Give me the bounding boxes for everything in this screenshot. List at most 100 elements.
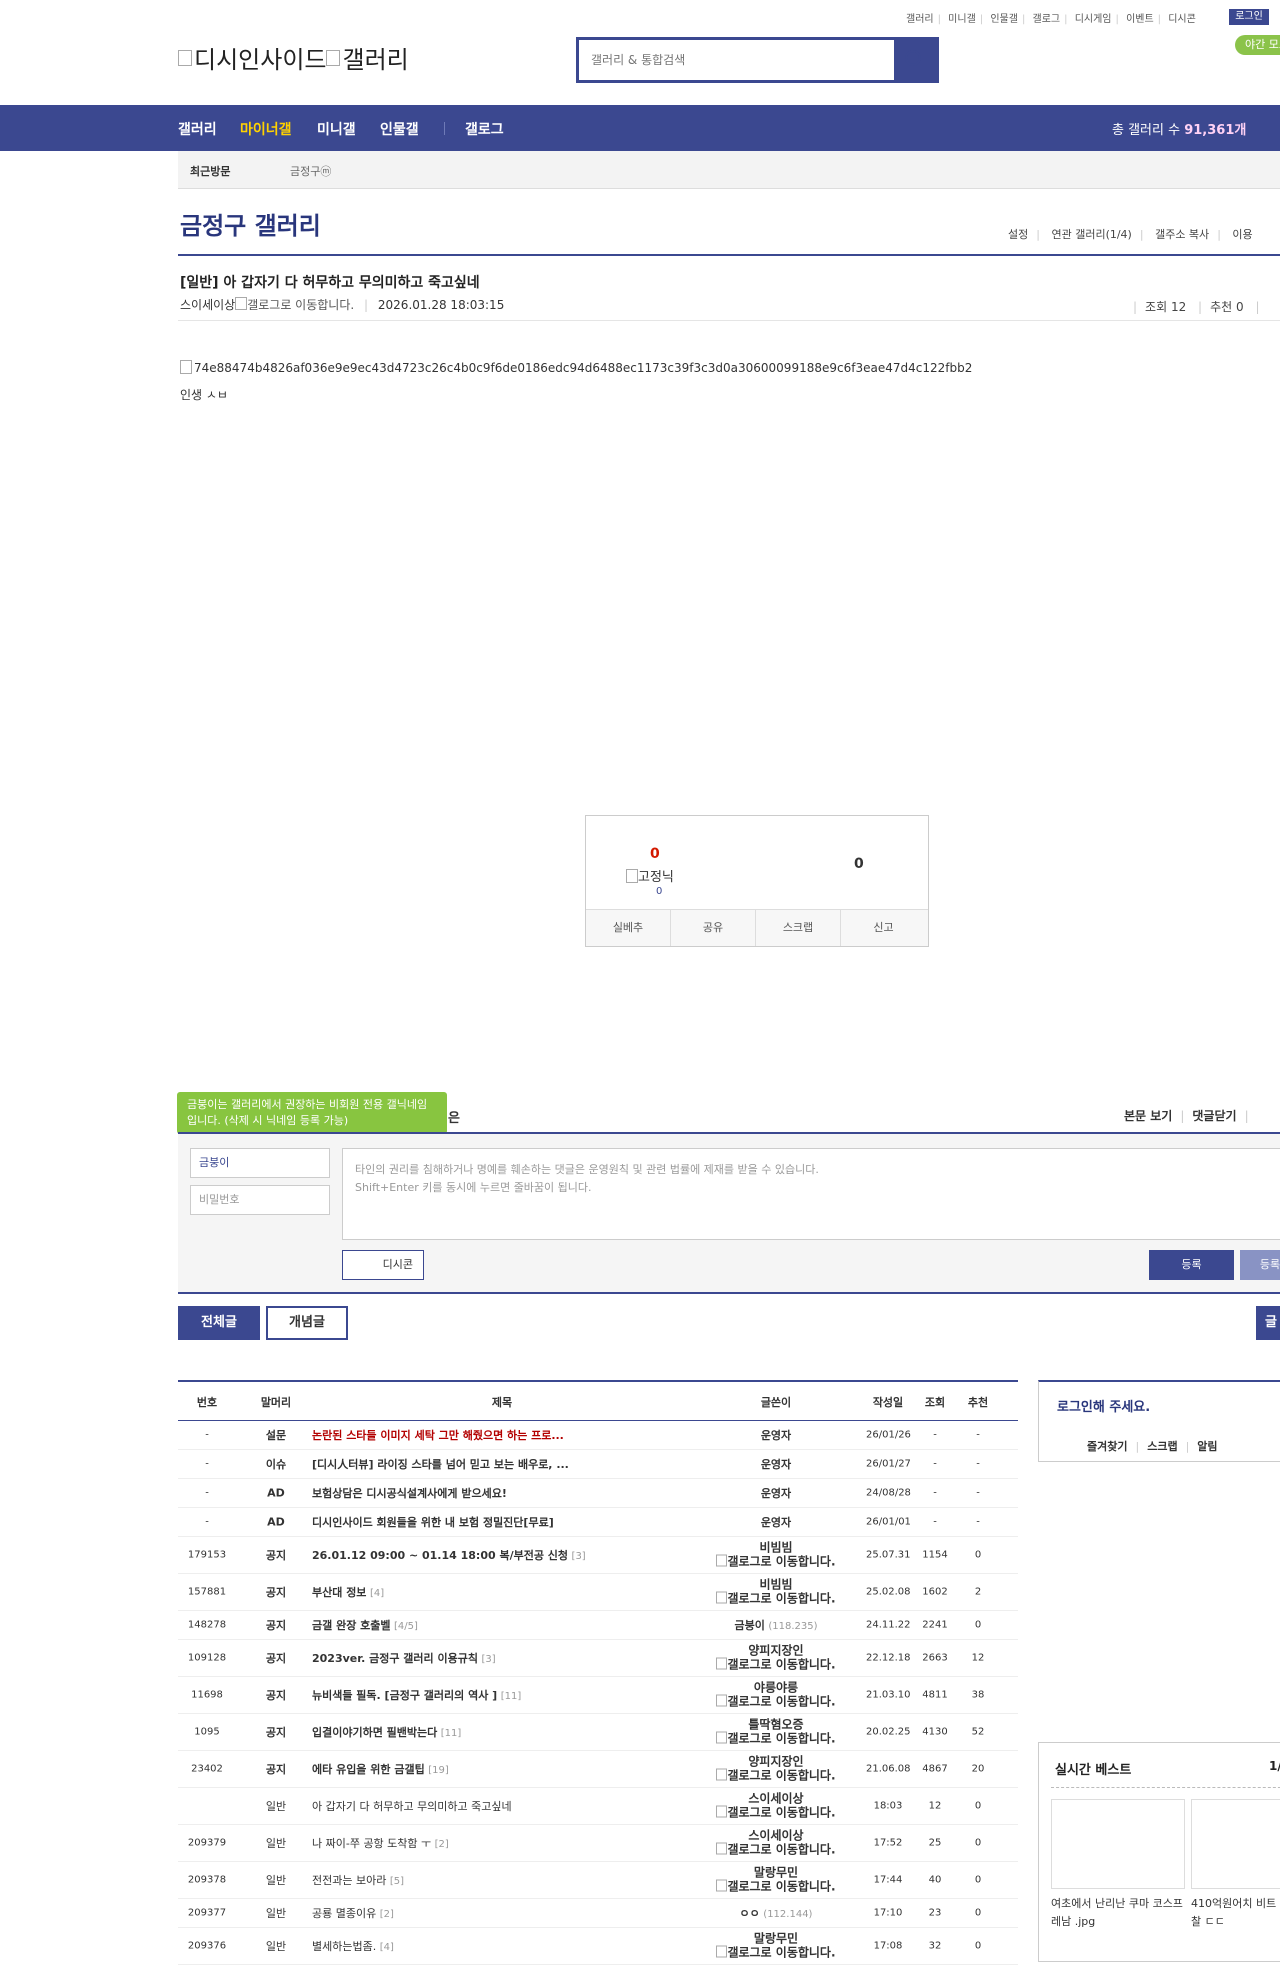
- row-writer[interactable]: ㅇㅇ (112.144): [698, 1905, 854, 1921]
- row-writer[interactable]: 운영자: [698, 1427, 854, 1443]
- post-writer[interactable]: 스이세이상: [180, 298, 235, 312]
- table-row[interactable]: 11698 공지 뉴비색들 필독. [금정구 갤러리의 역사 ] [11] 야릉야릉 갤…: [178, 1677, 1018, 1714]
- util-gallog[interactable]: 갤로그: [1033, 14, 1061, 25]
- table-row[interactable]: 209377 일반 공룡 멸종이유 [2] ㅇㅇ (112.144) 17:10 23 0: [178, 1899, 1018, 1928]
- table-row[interactable]: - AD 보험상담은 디시공식설계사에게 받으세요! 운영자 24/08/28 - -: [178, 1479, 1018, 1508]
- recent-visit-item[interactable]: 금정구ⓜ: [290, 163, 331, 179]
- row-writer[interactable]: 비빔빔 갤로그로 이동합니다.: [698, 1541, 854, 1569]
- notification-link[interactable]: 알림: [1197, 1440, 1217, 1453]
- table-row[interactable]: - 설문 논란된 스타들 이미지 세탁 그만 해줬으면 하는 프로... 운영자 2…: [178, 1421, 1018, 1450]
- login-prompt[interactable]: 로그인해 주세요.: [1057, 1396, 1150, 1415]
- password-input[interactable]: 비밀번호: [190, 1185, 330, 1215]
- util-event[interactable]: 이벤트: [1126, 14, 1154, 25]
- table-row[interactable]: 23402 공지 에타 유입을 위한 금갤팁 [19] 양피지장인 갤로그로 이동합니다…: [178, 1751, 1018, 1788]
- reply-count[interactable]: [5]: [390, 1876, 404, 1887]
- reply-count[interactable]: [2]: [435, 1839, 449, 1850]
- dccon-button[interactable]: 디시콘: [342, 1250, 424, 1280]
- row-title[interactable]: 공룡 멸종이유 [2]: [312, 1905, 692, 1921]
- row-writer[interactable]: 금붕이 (118.235): [698, 1617, 854, 1633]
- gallery-settings[interactable]: 설정: [1008, 228, 1028, 241]
- table-row[interactable]: 148278 공지 금갤 완장 호출벨 [4/5] 금붕이 (118.235) 24.1…: [178, 1611, 1018, 1640]
- share-button[interactable]: 공유: [671, 910, 756, 946]
- row-title[interactable]: 별세하는법좀. [4]: [312, 1938, 692, 1954]
- reply-count[interactable]: [11]: [441, 1728, 462, 1739]
- login-button[interactable]: 로그인: [1229, 9, 1269, 25]
- reply-count[interactable]: [4]: [370, 1588, 384, 1599]
- recent-visit-label[interactable]: 최근방문: [190, 163, 230, 179]
- register-button[interactable]: 등록: [1149, 1250, 1234, 1280]
- reply-count[interactable]: [4/5]: [394, 1621, 418, 1632]
- row-title[interactable]: 아 갑자기 다 허무하고 무의미하고 죽고싶네: [312, 1798, 692, 1814]
- row-title[interactable]: 에타 유입을 위한 금갤팁 [19]: [312, 1761, 692, 1777]
- nav-gallery[interactable]: 갤러리: [178, 119, 217, 139]
- row-writer[interactable]: 양피지장인 갤로그로 이동합니다.: [698, 1644, 854, 1672]
- util-gallery[interactable]: 갤러리: [906, 14, 934, 25]
- night-mode-toggle[interactable]: 야간 모드: [1235, 35, 1280, 55]
- best-thumbnail-2[interactable]: [1191, 1799, 1280, 1889]
- gallery-title[interactable]: 금정구 갤러리: [180, 206, 321, 241]
- row-writer[interactable]: 말랑무민 갤로그로 이동합니다.: [698, 1932, 854, 1960]
- row-title[interactable]: 금갤 완장 호출벨 [4/5]: [312, 1617, 692, 1633]
- row-title[interactable]: 부산대 정보 [4]: [312, 1584, 692, 1600]
- util-dccon[interactable]: 디시콘: [1168, 14, 1196, 25]
- row-writer[interactable]: 스이세이상 갤로그로 이동합니다.: [698, 1792, 854, 1820]
- row-title[interactable]: 디시인사이드 회원들을 위한 내 보험 정밀진단[무료]: [312, 1514, 692, 1530]
- row-writer[interactable]: 틀딱혐오증 갤로그로 이동합니다.: [698, 1718, 854, 1746]
- table-row[interactable]: 179153 공지 26.01.12 09:00 ~ 01.14 18:00 복/부…: [178, 1537, 1018, 1574]
- row-title[interactable]: 2023ver. 금정구 갤러리 이용규칙 [3]: [312, 1650, 692, 1666]
- best-thumbnail-1[interactable]: [1051, 1799, 1185, 1889]
- favorites-link[interactable]: 즐겨찾기: [1087, 1440, 1127, 1453]
- reply-count[interactable]: [3]: [481, 1654, 495, 1665]
- fixed-nick-upvote[interactable]: 고정닉: [626, 866, 674, 885]
- table-row[interactable]: 1095 공지 입결이야기하면 필밴박는다 [11] 틀딱혐오증 갤로그로 이동합니다.…: [178, 1714, 1018, 1751]
- row-title[interactable]: 입결이야기하면 필밴박는다 [11]: [312, 1724, 692, 1740]
- row-title[interactable]: [디시人터뷰] 라이징 스타를 넘어 믿고 보는 배우로, ...: [312, 1456, 692, 1472]
- row-writer[interactable]: 비빔빔 갤로그로 이동합니다.: [698, 1578, 854, 1606]
- table-row[interactable]: 209378 일반 전전과는 보아라 [5] 말랑무민 갤로그로 이동합니다. 17:44…: [178, 1862, 1018, 1899]
- nav-minorgal[interactable]: 마이너갤: [240, 119, 292, 139]
- row-writer[interactable]: 말랑무민 갤로그로 이동합니다.: [698, 1866, 854, 1894]
- row-title[interactable]: 논란된 스타들 이미지 세탁 그만 해줬으면 하는 프로...: [312, 1427, 692, 1443]
- register-recommend-button[interactable]: 등록: [1240, 1250, 1280, 1280]
- scrap-button[interactable]: 스크랩: [756, 910, 841, 946]
- util-persongal[interactable]: 인물갤: [990, 14, 1018, 25]
- reply-count[interactable]: [2]: [380, 1909, 394, 1920]
- related-galleries[interactable]: 연관 갤러리(1/4): [1051, 228, 1131, 241]
- close-comments-link[interactable]: 댓글닫기: [1192, 1109, 1236, 1123]
- silbe-recommend-button[interactable]: 실베추: [586, 910, 671, 946]
- report-button[interactable]: 신고: [841, 910, 926, 946]
- row-title[interactable]: 26.01.12 09:00 ~ 01.14 18:00 복/부전공 신청 [3…: [312, 1547, 692, 1563]
- scrap-link[interactable]: 스크랩: [1147, 1440, 1177, 1453]
- search-button[interactable]: [894, 40, 936, 80]
- nav-gallog[interactable]: 갤로그: [465, 119, 504, 139]
- util-dcgame[interactable]: 디시게임: [1075, 14, 1112, 25]
- site-logo[interactable]: 디시인사이드 갤러리: [178, 40, 409, 75]
- util-minigal[interactable]: 미니갤: [948, 14, 976, 25]
- gallery-usage[interactable]: 이용: [1232, 228, 1252, 241]
- table-row[interactable]: 157881 공지 부산대 정보 [4] 비빔빔 갤로그로 이동합니다. 25.02.08…: [178, 1574, 1018, 1611]
- table-row[interactable]: 109128 공지 2023ver. 금정구 갤러리 이용규칙 [3] 양피지장인 갤로…: [178, 1640, 1018, 1677]
- reply-count[interactable]: [11]: [501, 1691, 522, 1702]
- nickname-input[interactable]: 금붕이: [190, 1148, 330, 1178]
- table-row[interactable]: - 이슈 [디시人터뷰] 라이징 스타를 넘어 믿고 보는 배우로, ... 운영자…: [178, 1450, 1018, 1479]
- downvote-count[interactable]: 0: [854, 856, 864, 872]
- reply-count[interactable]: [4]: [380, 1942, 394, 1953]
- tab-all-posts[interactable]: 전체글: [178, 1306, 260, 1340]
- row-title[interactable]: 보험상담은 디시공식설계사에게 받으세요!: [312, 1485, 692, 1501]
- nav-minigal[interactable]: 미니갤: [317, 119, 356, 139]
- row-title[interactable]: 나 짜이-쭈 공항 도착함 ㅜ [2]: [312, 1835, 692, 1851]
- search-input[interactable]: [579, 40, 897, 80]
- view-body-link[interactable]: 본문 보기: [1124, 1109, 1172, 1123]
- row-writer[interactable]: 운영자: [698, 1485, 854, 1501]
- table-row[interactable]: 일반 아 갑자기 다 허무하고 무의미하고 죽고싶네 스이세이상 갤로그로 이동합니…: [178, 1788, 1018, 1825]
- table-row[interactable]: - AD 디시인사이드 회원들을 위한 내 보험 정밀진단[무료] 운영자 26/0…: [178, 1508, 1018, 1537]
- row-writer[interactable]: 스이세이상 갤로그로 이동합니다.: [698, 1829, 854, 1857]
- post-image[interactable]: 74e88474b4826af036e9e9ec43d4723c26c4b0c9…: [180, 360, 972, 375]
- nav-persongal[interactable]: 인물갤: [380, 119, 419, 139]
- write-button[interactable]: 글: [1256, 1306, 1280, 1340]
- tab-concept-posts[interactable]: 개념글: [266, 1306, 348, 1340]
- gallog-icon[interactable]: 갤로그로 이동합니다.: [235, 297, 354, 312]
- reply-count[interactable]: [3]: [572, 1551, 586, 1562]
- best-caption-2[interactable]: 410억원어치 비트 빼돌린 검찰 ㄷㄷ: [1191, 1895, 1280, 1931]
- row-writer[interactable]: 야릉야릉 갤로그로 이동합니다.: [698, 1681, 854, 1709]
